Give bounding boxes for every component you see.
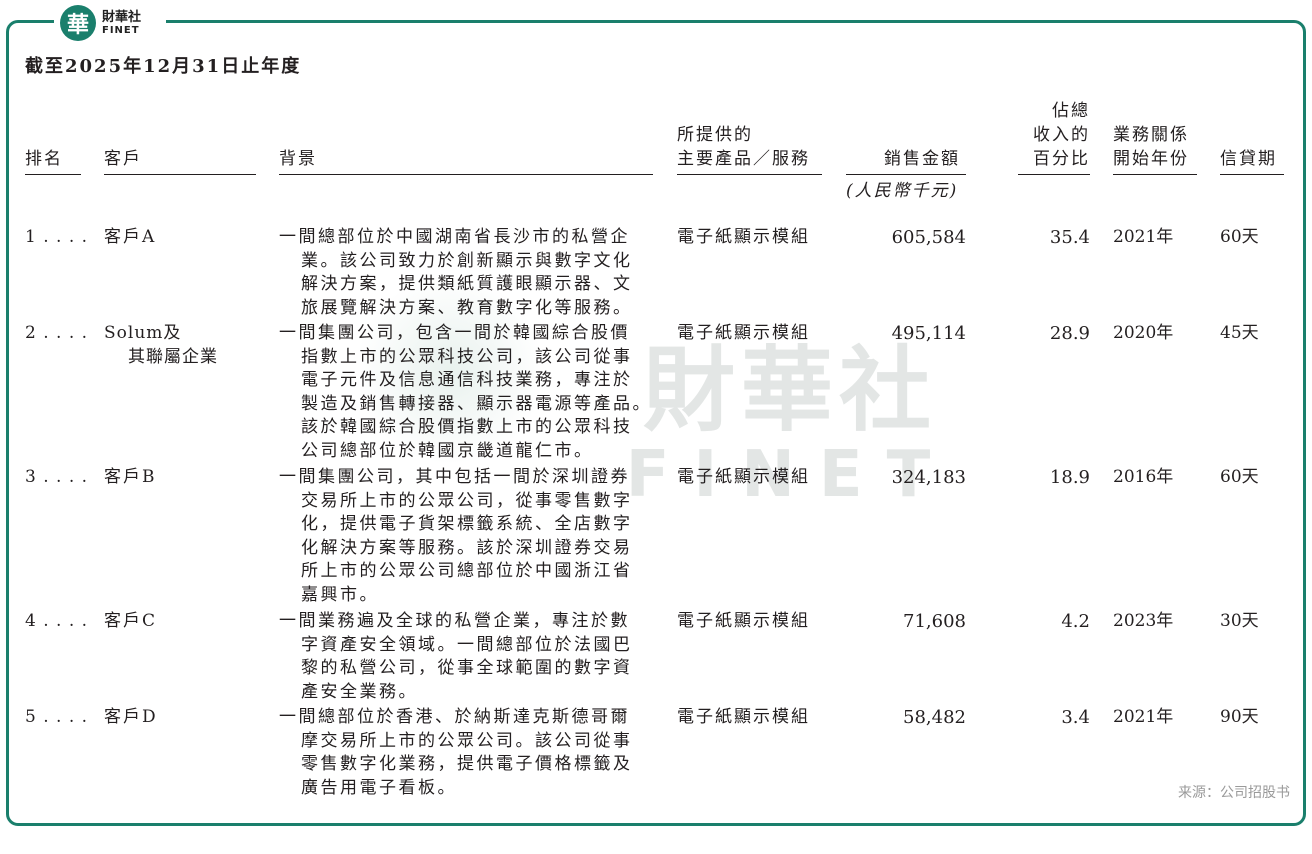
row-5-bg-line1: 一間總部位於香港、於納斯達克斯德哥爾 bbox=[279, 707, 630, 727]
row-3-bg-line6: 嘉興市。 bbox=[301, 584, 379, 605]
row-4-rank: 4 . . . . bbox=[25, 611, 89, 631]
row-4-customer: 客戶C bbox=[104, 611, 158, 631]
header-background: 背景 bbox=[279, 149, 317, 169]
row-4-background: 一間業務遍及全球的私營企業，專注於數 字資產安全領域。一間總部位於法國巴 黎的私… bbox=[279, 610, 633, 704]
header-since: 業務關係 開始年份 bbox=[1113, 123, 1189, 171]
header-pct-rule bbox=[1018, 174, 1090, 175]
row-3-customer: 客戶B bbox=[104, 467, 157, 487]
header-products: 所提供的 主要產品／服務 bbox=[677, 123, 810, 171]
row-1-bg-line2: 業。該公司致力於創新顯示與數字文化 bbox=[301, 250, 633, 271]
row-5-sales: 58,482 bbox=[903, 707, 966, 728]
header-sales-rule bbox=[846, 174, 966, 175]
header-pct-line3: 百分比 bbox=[1033, 149, 1090, 169]
row-2-pct: 28.9 bbox=[1049, 323, 1090, 344]
logo-en: FINET bbox=[102, 24, 140, 36]
row-4-bg-line2: 字資產安全領域。一間總部位於法國巴 bbox=[301, 634, 633, 655]
row-3-sales: 324,183 bbox=[891, 467, 966, 488]
row-5-pct: 3.4 bbox=[1061, 707, 1090, 728]
row-2-since: 2020年 bbox=[1113, 323, 1174, 343]
row-5-bg-line4: 廣告用電子看板。 bbox=[301, 777, 457, 798]
row-1-since: 2021年 bbox=[1113, 227, 1174, 247]
header-since-line2: 開始年份 bbox=[1113, 149, 1189, 169]
row-3-pct: 18.9 bbox=[1049, 467, 1090, 488]
header-products-rule bbox=[677, 174, 822, 175]
row-4-pct: 4.2 bbox=[1061, 611, 1090, 632]
row-1-background: 一間總部位於中國湖南省長沙市的私營企 業。該公司致力於創新顯示與數字文化 解決方… bbox=[279, 226, 633, 320]
row-2-background: 一間集團公司，包含一間於韓國綜合股價 指數上市的公眾科技公司，該公司從事 電子元… bbox=[279, 322, 652, 463]
header-credit-rule bbox=[1220, 174, 1284, 175]
row-1-bg-line4: 旅展覽解決方案、教育數字化等服務。 bbox=[301, 297, 633, 318]
row-2-bg-line2: 指數上市的公眾科技公司，該公司從事 bbox=[301, 346, 633, 367]
finet-logo: 華 財華社 FINET bbox=[54, 0, 166, 46]
period-title: 截至2025年12月31日止年度 bbox=[25, 56, 302, 77]
row-4-bg-line4: 產安全業務。 bbox=[301, 681, 418, 702]
row-3-bg-line4: 化解決方案等服務。該於深圳證券交易 bbox=[301, 537, 633, 558]
row-1-credit: 60天 bbox=[1220, 227, 1259, 247]
row-2-product: 電子紙顯示模組 bbox=[677, 323, 810, 343]
row-2-customer: Solum及 其聯屬企業 bbox=[104, 322, 218, 369]
row-2-customer-line1: Solum及 bbox=[104, 323, 182, 343]
row-3-bg-line5: 所上市的公眾公司總部位於中國浙江省 bbox=[301, 561, 633, 581]
row-2-bg-line4: 製造及銷售轉接器、顯示器電源等產品。 bbox=[301, 393, 652, 414]
header-products-line2: 主要產品／服務 bbox=[677, 149, 810, 169]
header-since-rule bbox=[1113, 174, 1197, 175]
row-3-background: 一間集團公司，其中包括一間於深圳證券 交易所上市的公眾公司，從事零售數字 化，提… bbox=[279, 466, 633, 607]
row-1-pct: 35.4 bbox=[1049, 227, 1090, 248]
source-note: 来源：公司招股书 bbox=[1178, 785, 1290, 801]
row-5-since: 2021年 bbox=[1113, 707, 1174, 727]
header-pct: 佔總 收入的 百分比 bbox=[1030, 99, 1090, 171]
row-2-bg-line6: 公司總部位於韓國京畿道龍仁市。 bbox=[301, 440, 594, 461]
row-5-background: 一間總部位於香港、於納斯達克斯德哥爾 摩交易所上市的公眾公司。該公司從事 零售數… bbox=[279, 706, 633, 800]
row-3-bg-line2: 交易所上市的公眾公司，從事零售數字 bbox=[301, 490, 633, 511]
sales-unit: (人民幣千元) bbox=[846, 181, 959, 201]
row-1-customer: 客戶A bbox=[104, 227, 157, 247]
row-5-rank: 5 . . . . bbox=[25, 707, 89, 727]
logo-cn: 財華社 bbox=[102, 9, 142, 25]
row-2-customer-line2: 其聯屬企業 bbox=[128, 346, 218, 367]
row-2-bg-line3: 電子元件及信息通信科技業務，專注於 bbox=[301, 370, 633, 390]
row-2-bg-line1: 一間集團公司，包含一間於韓國綜合股價 bbox=[279, 323, 630, 343]
row-4-bg-line1: 一間業務遍及全球的私營企業，專注於數 bbox=[279, 611, 630, 631]
row-1-sales: 605,584 bbox=[891, 227, 966, 248]
row-2-credit: 45天 bbox=[1220, 323, 1259, 343]
row-3-bg-line3: 化，提供電子貨架標籤系統、全店數字 bbox=[301, 514, 633, 534]
row-1-rank: 1 . . . . bbox=[25, 227, 89, 247]
row-3-rank: 3 . . . . bbox=[25, 467, 89, 487]
row-2-sales: 495,114 bbox=[891, 323, 966, 344]
header-customer-rule bbox=[104, 174, 256, 175]
header-pct-line2: 收入的 bbox=[1033, 125, 1090, 145]
header-pct-line1: 佔總 bbox=[1052, 101, 1090, 121]
row-5-product: 電子紙顯示模組 bbox=[677, 707, 810, 727]
header-products-line1: 所提供的 bbox=[677, 125, 753, 145]
row-5-bg-line2: 摩交易所上市的公眾公司。該公司從事 bbox=[301, 730, 633, 751]
header-sales: 銷售金額 bbox=[884, 149, 960, 169]
row-2-bg-line5: 該於韓國綜合股價指數上市的公眾科技 bbox=[301, 417, 633, 437]
row-4-credit: 30天 bbox=[1220, 611, 1259, 631]
row-3-product: 電子紙顯示模組 bbox=[677, 467, 810, 487]
logo-mark: 華 bbox=[60, 5, 96, 41]
header-rank: 排名 bbox=[25, 149, 63, 169]
row-4-bg-line3: 黎的私營公司，從事全球範圍的數字資 bbox=[301, 658, 633, 678]
header-credit: 信貸期 bbox=[1220, 149, 1277, 169]
header-since-line1: 業務關係 bbox=[1113, 125, 1189, 145]
logo-text: 財華社 FINET bbox=[102, 11, 141, 36]
row-1-bg-line3: 解決方案，提供類紙質護眼顯示器、文 bbox=[301, 274, 633, 294]
row-1-bg-line1: 一間總部位於中國湖南省長沙市的私營企 bbox=[279, 227, 630, 247]
header-rank-rule bbox=[25, 174, 81, 175]
row-2-rank: 2 . . . . bbox=[25, 323, 89, 343]
row-1-product: 電子紙顯示模組 bbox=[677, 227, 810, 247]
row-5-customer: 客戶D bbox=[104, 707, 158, 727]
header-background-rule bbox=[279, 174, 653, 175]
row-3-bg-line1: 一間集團公司，其中包括一間於深圳證券 bbox=[279, 467, 630, 487]
row-3-since: 2016年 bbox=[1113, 467, 1174, 487]
header-customer: 客戶 bbox=[104, 149, 142, 169]
row-4-sales: 71,608 bbox=[903, 611, 966, 632]
content-frame bbox=[6, 20, 1306, 826]
row-5-credit: 90天 bbox=[1220, 707, 1259, 727]
row-3-credit: 60天 bbox=[1220, 467, 1259, 487]
row-4-product: 電子紙顯示模組 bbox=[677, 611, 810, 631]
row-4-since: 2023年 bbox=[1113, 611, 1174, 631]
row-5-bg-line3: 零售數字化業務，提供電子價格標籤及 bbox=[301, 754, 633, 774]
